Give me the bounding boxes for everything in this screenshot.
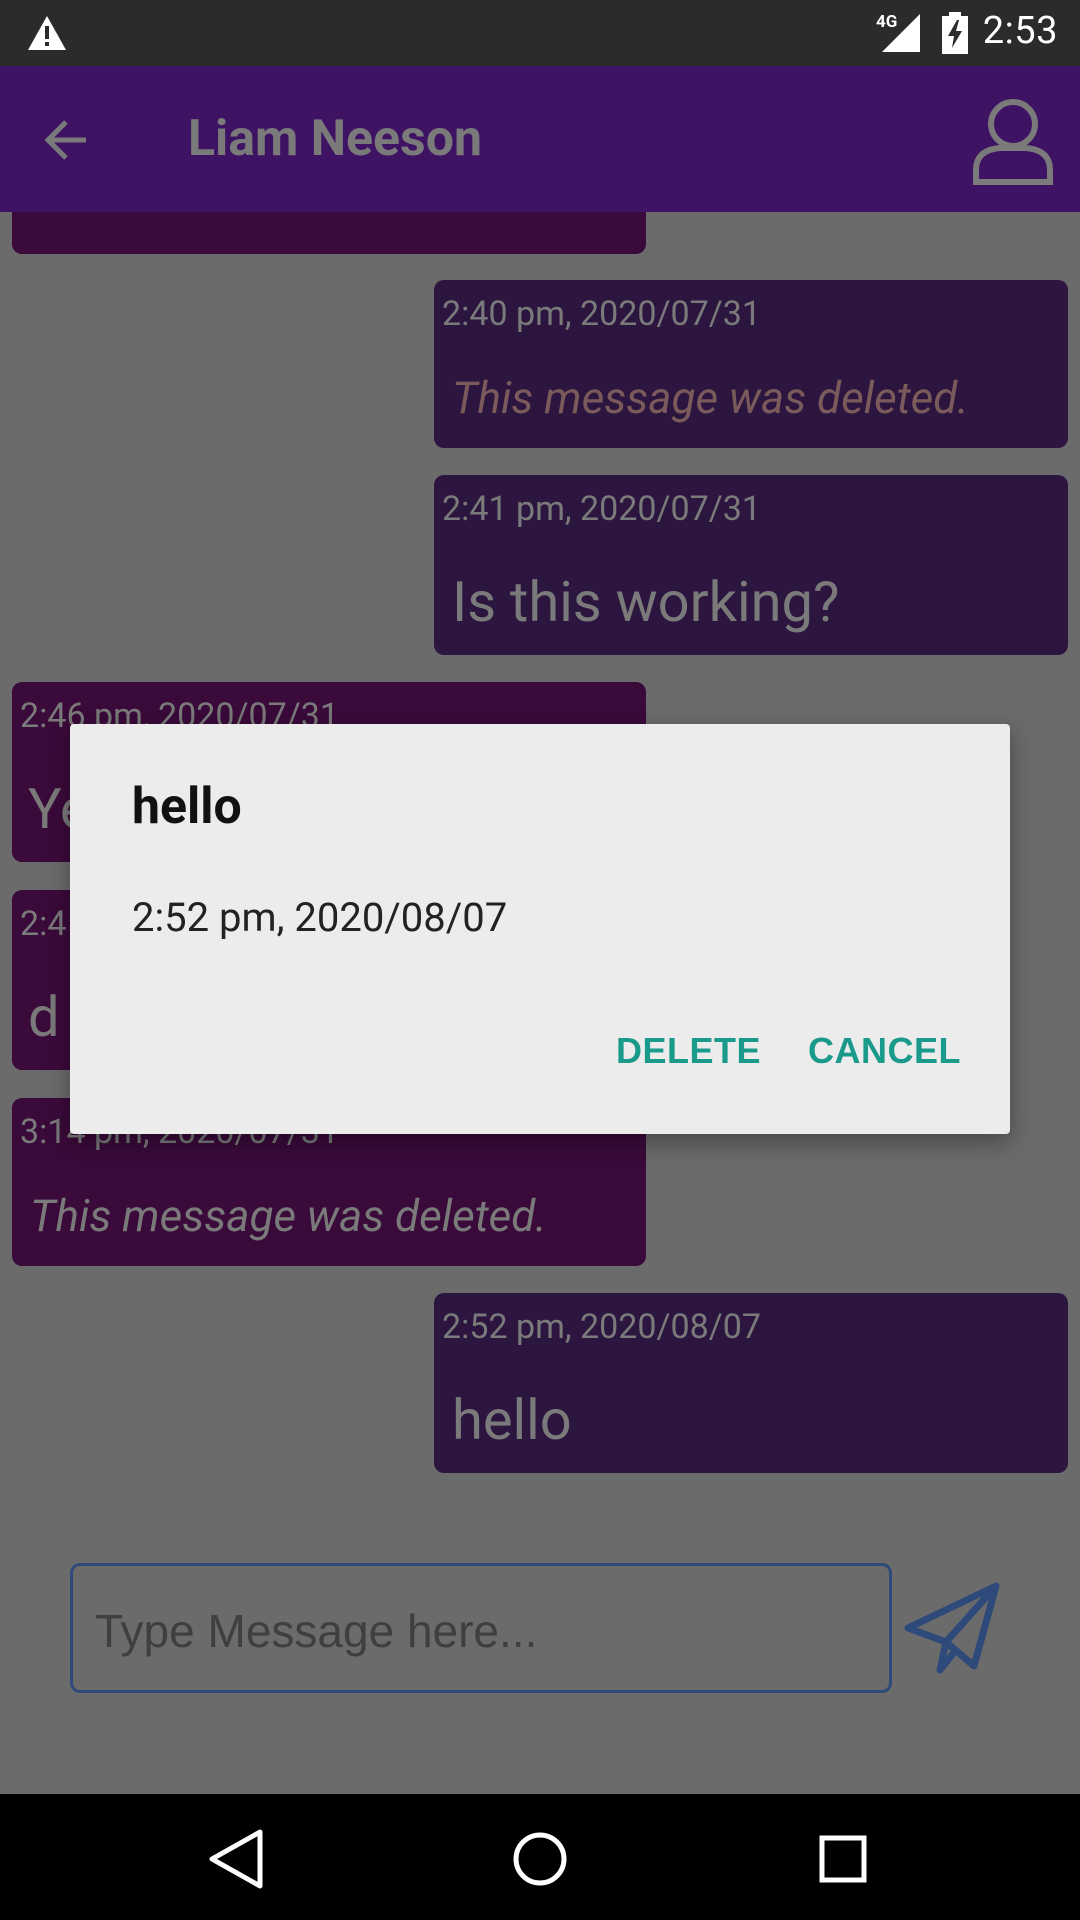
message-options-dialog: hello 2:52 pm, 2020/08/07 DELETE CANCEL xyxy=(70,724,1010,1134)
message-input[interactable] xyxy=(95,1596,855,1666)
message-composer xyxy=(70,1563,892,1693)
message-text: This message was deleted. xyxy=(30,1190,547,1242)
nav-recents-icon[interactable] xyxy=(808,1824,878,1894)
warning-icon xyxy=(28,16,66,50)
message-timestamp: 2:52 pm, 2020/08/07 xyxy=(442,1307,761,1347)
message-bubble-outgoing[interactable]: 2:52 pm, 2020/08/07 hello xyxy=(434,1293,1068,1473)
message-timestamp: 2:41 pm, 2020/07/31 xyxy=(442,489,761,529)
profile-icon[interactable] xyxy=(970,94,1056,186)
nav-back-icon[interactable] xyxy=(200,1824,270,1894)
app-bar: Liam Neeson xyxy=(0,66,1080,212)
message-bubble-incoming[interactable] xyxy=(12,212,646,254)
message-timestamp: 2:40 pm, 2020/07/31 xyxy=(442,294,761,334)
status-time: 2:53 xyxy=(982,9,1058,53)
message-timestamp: 2:4 xyxy=(20,904,67,944)
delete-button[interactable]: DELETE xyxy=(616,1030,761,1072)
network-type-label: 4G xyxy=(876,12,898,32)
dialog-title: hello xyxy=(132,778,242,836)
nav-home-icon[interactable] xyxy=(505,1824,575,1894)
battery-charging-icon xyxy=(942,12,968,54)
chat-title: Liam Neeson xyxy=(188,110,482,168)
cancel-button[interactable]: CANCEL xyxy=(808,1030,961,1072)
status-bar: 4G 2:53 xyxy=(0,0,1080,66)
message-text: hello xyxy=(452,1387,572,1453)
dialog-message: 2:52 pm, 2020/08/07 xyxy=(132,894,508,941)
back-arrow-icon[interactable] xyxy=(40,114,92,166)
message-bubble-outgoing[interactable]: 2:40 pm, 2020/07/31 This message was del… xyxy=(434,280,1068,448)
send-icon[interactable] xyxy=(900,1580,1004,1676)
message-text: This message was deleted. xyxy=(452,372,969,424)
message-bubble-outgoing[interactable]: 2:41 pm, 2020/07/31 Is this working? xyxy=(434,475,1068,655)
message-text: Is this working? xyxy=(452,569,840,635)
system-navigation-bar xyxy=(0,1794,1080,1920)
message-text: d xyxy=(28,984,60,1050)
